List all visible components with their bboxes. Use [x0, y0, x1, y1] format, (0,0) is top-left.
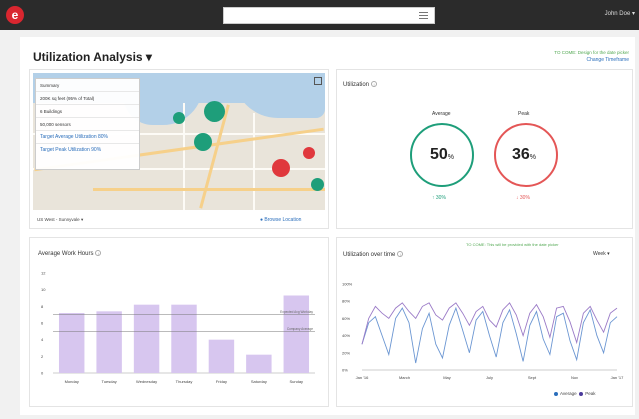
summary-area: 200K sq feet (95% of Total): [36, 92, 139, 105]
map-marker[interactable]: [311, 178, 324, 191]
info-icon[interactable]: i: [397, 251, 404, 257]
browse-location-label: Browse Location: [264, 217, 302, 223]
work-hours-title: Average Work Hours i: [38, 250, 102, 257]
legend-peak[interactable]: Peak: [579, 391, 595, 396]
map-summary-overlay: Summary 200K sq feet (95% of Total) 6 Bu…: [35, 78, 140, 170]
y-tick-label: 4: [41, 337, 44, 342]
y-tick-label: 10: [41, 287, 46, 292]
x-tick-label: Friday: [216, 379, 227, 384]
average-value: 50%: [430, 146, 454, 164]
y-tick-label: 2: [41, 354, 44, 359]
search-input[interactable]: [223, 7, 435, 24]
peak-number: 36: [512, 146, 530, 163]
y-tick-label: 40%: [342, 333, 350, 338]
map-marker[interactable]: [303, 147, 315, 159]
percent-sign: %: [529, 154, 537, 161]
average-dot: [554, 391, 558, 396]
bar: [283, 295, 310, 373]
over-time-chart: 100% 80% 60% 40% 20% 0% Jan '16 March May July Sep…: [342, 282, 625, 381]
average-change: ↑ 30%: [432, 195, 446, 201]
location-selector[interactable]: US West - Sunnyvale ▾: [37, 217, 83, 223]
percent-sign: %: [447, 154, 455, 161]
bar: [208, 339, 235, 373]
reference-line-label: Company Average: [287, 327, 313, 331]
user-name: John Doe: [604, 11, 631, 17]
summary-heading: Summary: [36, 79, 139, 92]
over-time-title-text: Utilization over time: [343, 252, 396, 258]
peak-value: 36%: [512, 146, 536, 164]
reference-line-label: Expected Avg Workday: [280, 310, 313, 314]
legend-average-label: Average: [560, 391, 577, 396]
y-tick-label: 80%: [342, 299, 350, 304]
location-pin-icon: ●: [260, 217, 264, 223]
legend-average[interactable]: Average: [554, 391, 577, 396]
map-marker[interactable]: [204, 101, 225, 122]
x-tick-label: Saturday: [251, 379, 267, 384]
page-title-text: Utilization Analysis: [33, 50, 143, 64]
menu-icon[interactable]: [419, 11, 428, 20]
bar: [246, 354, 272, 373]
peak-label: Peak: [518, 111, 530, 117]
x-tick-label: Jan '17: [611, 375, 625, 380]
info-icon[interactable]: i: [371, 81, 378, 87]
top-bar: e John Doe ▾: [0, 0, 639, 30]
bar: [58, 313, 85, 373]
y-tick-label: 12: [41, 271, 46, 276]
series-line-peak: [361, 302, 618, 345]
x-tick-label: July: [486, 375, 493, 380]
map-marker[interactable]: [272, 159, 290, 177]
change-timeframe-link[interactable]: Change Timeframe: [586, 57, 629, 63]
peak-change: ↓ 30%: [516, 195, 530, 201]
y-tick-label: 8: [41, 304, 44, 309]
location-label: US West - Sunnyvale: [37, 217, 80, 222]
todo-note: TO COME: Design for the date picker: [554, 50, 629, 55]
summary-sensors: 50,000 sensors: [36, 118, 139, 131]
utilization-title-text: Utilization: [343, 82, 370, 88]
x-tick-label: Sept: [528, 375, 537, 380]
browse-location-link[interactable]: ● Browse Location: [260, 217, 301, 223]
y-tick-label: 100%: [342, 282, 353, 287]
y-tick-label: 20%: [342, 350, 350, 355]
x-tick-label: Jan '16: [356, 375, 370, 380]
average-number: 50: [430, 146, 448, 163]
over-time-todo: TO COME: This will be provided with the …: [466, 242, 559, 247]
y-tick-label: 6: [41, 321, 44, 326]
page-title[interactable]: Utilization Analysis ▾: [33, 50, 152, 64]
bar: [96, 311, 122, 373]
work-hours-chart: 12 10 8 6 4 2 0 Monday Tuesday Wednesday Thursday F…: [41, 271, 315, 384]
target-peak-link[interactable]: Target Peak Utilization 90%: [36, 144, 139, 157]
work-hours-title-text: Average Work Hours: [38, 251, 94, 257]
fullscreen-icon[interactable]: [314, 77, 322, 85]
x-tick-label: Thursday: [176, 379, 193, 384]
x-tick-label: Wednesday: [136, 379, 157, 384]
target-average-link[interactable]: Target Average Utilization 80%: [36, 131, 139, 144]
app-logo[interactable]: e: [6, 6, 24, 24]
info-icon[interactable]: i: [95, 250, 102, 256]
range-dropdown[interactable]: Week ▾: [593, 251, 610, 257]
y-tick-label: 0: [41, 371, 44, 376]
chevron-down-icon: ▾: [145, 50, 152, 64]
range-value: Week: [593, 251, 606, 257]
map-marker[interactable]: [173, 112, 185, 124]
x-tick-label: Monday: [65, 379, 79, 384]
user-menu[interactable]: John Doe ▾: [605, 10, 635, 17]
series-line-average: [361, 306, 618, 364]
map-marker[interactable]: [194, 133, 212, 151]
x-tick-label: March: [399, 375, 410, 380]
utilization-title: Utilization i: [343, 81, 378, 88]
legend: Average Peak: [554, 391, 595, 396]
x-tick-label: Nov: [571, 375, 578, 380]
x-tick-label: May: [443, 375, 451, 380]
legend-peak-label: Peak: [585, 391, 596, 396]
summary-buildings: 6 Buildings: [36, 105, 139, 118]
utilization-card: [336, 69, 633, 229]
average-label: Average: [432, 111, 451, 117]
y-tick-label: 60%: [342, 316, 350, 321]
x-tick-label: Sunday: [289, 379, 303, 384]
y-tick-label: 0%: [342, 368, 348, 373]
over-time-title: Utilization over time i: [343, 251, 404, 258]
peak-dot: [579, 391, 584, 396]
x-tick-label: Tuesday: [102, 379, 117, 384]
